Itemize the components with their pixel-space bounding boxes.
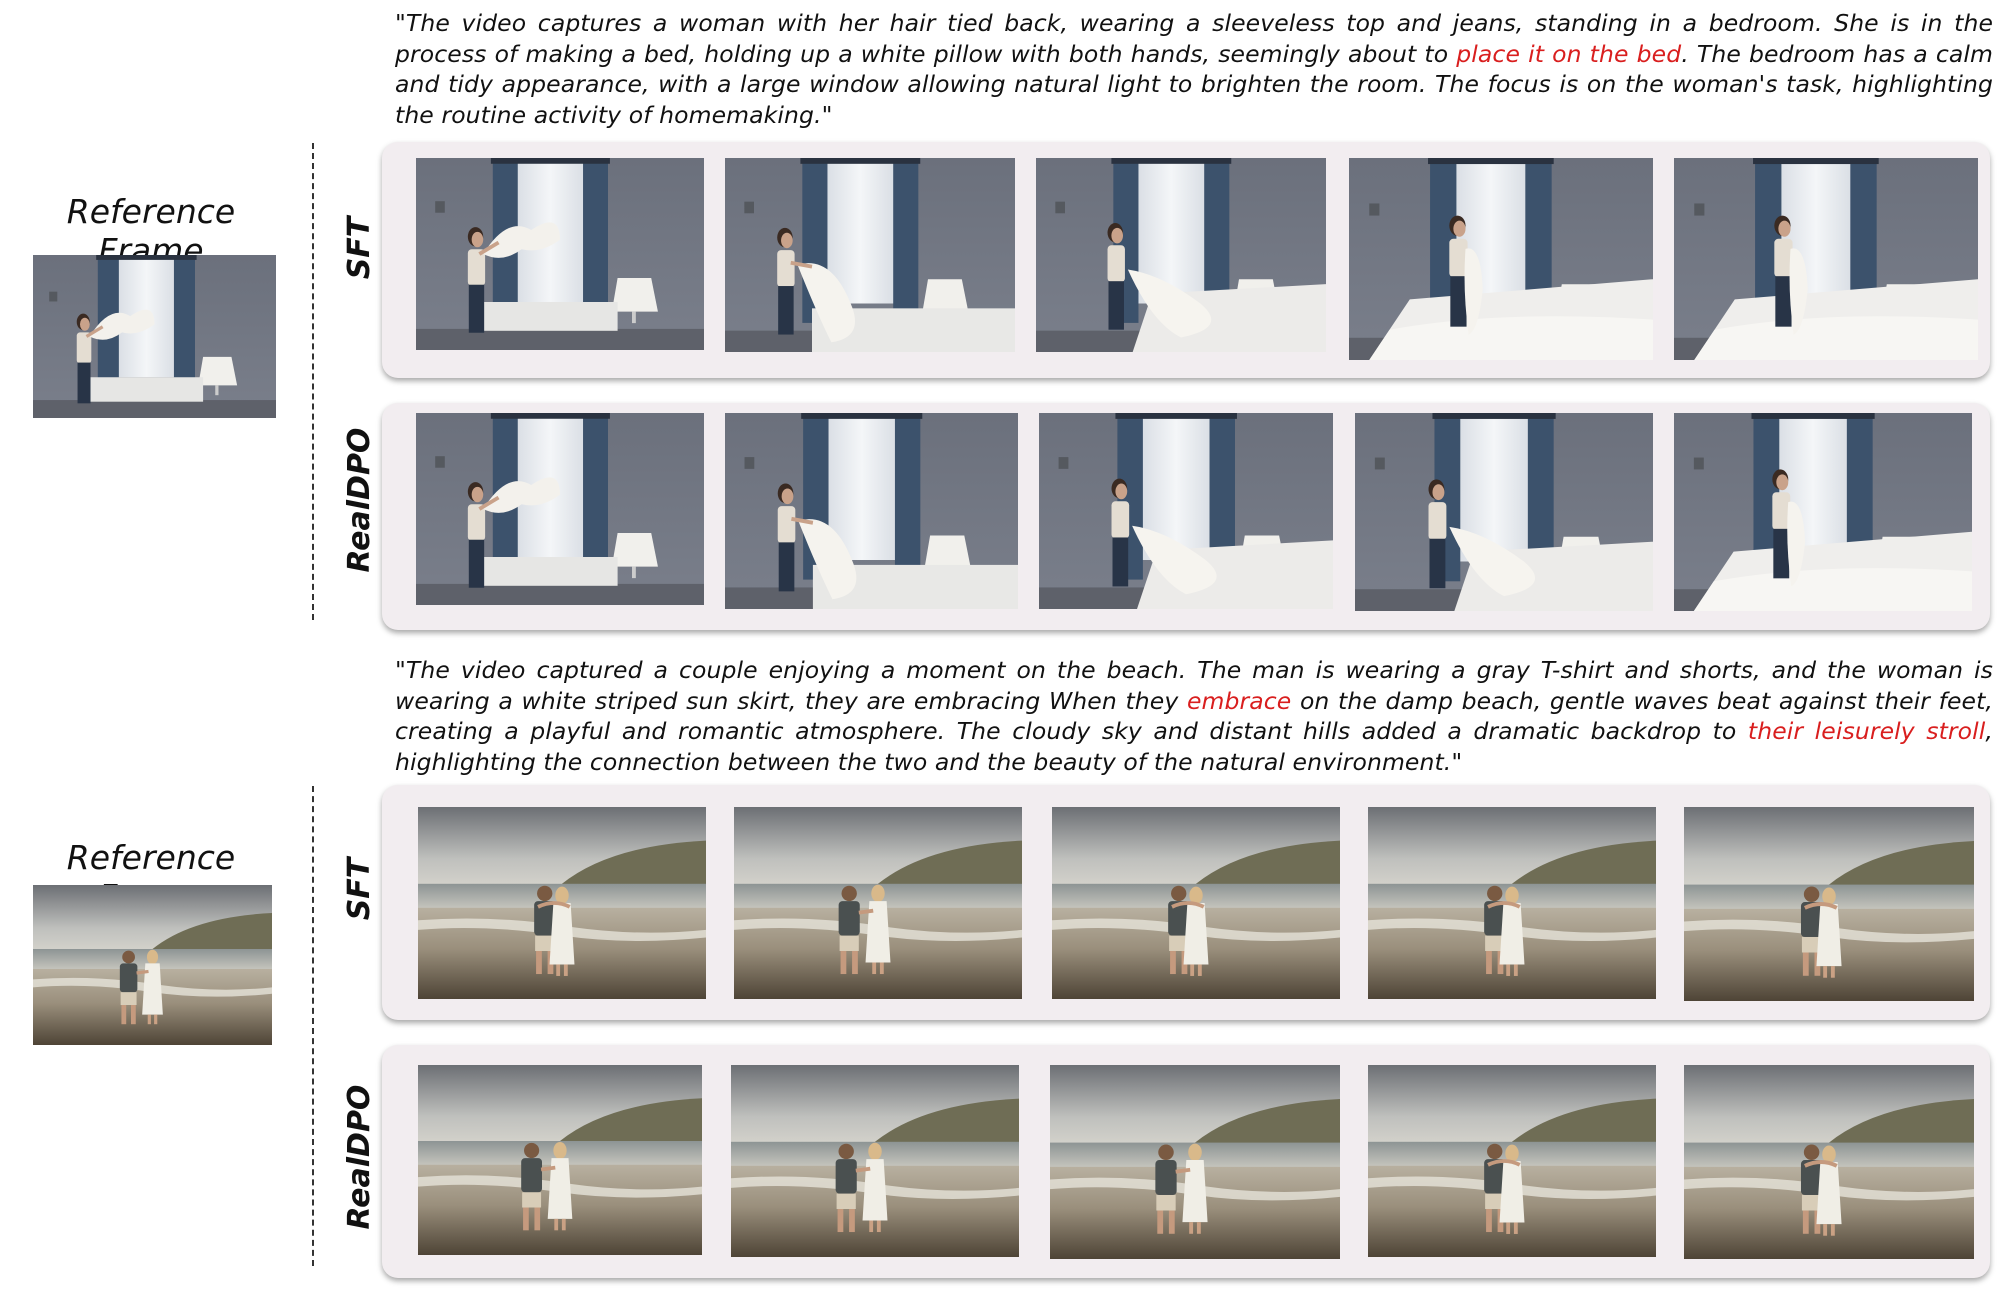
- video-frame: [1039, 413, 1333, 609]
- video-frame: [725, 413, 1018, 609]
- reference-frame-image: [33, 885, 272, 1045]
- video-frame: [416, 413, 704, 605]
- row-label-realdpo: RealDPO: [342, 427, 377, 573]
- video-frame: [731, 1065, 1019, 1257]
- video-frame: [1349, 158, 1653, 360]
- caption-example-2: "The video captured a couple enjoying a …: [395, 655, 1993, 777]
- video-frame: [1050, 1065, 1340, 1259]
- caption-highlight: their leisurely stroll: [1747, 717, 1986, 745]
- row-label-sft: SFT: [342, 216, 377, 280]
- caption-example-1: "The video captures a woman with her hai…: [395, 8, 1993, 130]
- video-frame: [734, 807, 1022, 999]
- video-frame: [1355, 413, 1653, 611]
- section-divider: [312, 786, 314, 1266]
- video-frame: [1036, 158, 1326, 352]
- frames-panel-sft: [382, 785, 1990, 1020]
- video-frame: [418, 807, 706, 999]
- video-frame: [1052, 807, 1340, 999]
- video-frame: [1368, 1065, 1656, 1257]
- frames-panel-realdpo: [382, 1045, 1990, 1278]
- frames-panel-sft: [382, 142, 1990, 378]
- video-frame: [1368, 807, 1656, 999]
- section-divider: [312, 143, 314, 620]
- video-frame: [1684, 1065, 1974, 1259]
- video-frame: [1684, 807, 1974, 1001]
- video-frame: [725, 158, 1015, 352]
- caption-highlight: place it on the bed: [1456, 39, 1682, 68]
- video-frame: [1674, 158, 1978, 360]
- video-frame: [418, 1065, 702, 1255]
- video-frame: [416, 158, 704, 350]
- reference-frame-image: [33, 255, 276, 418]
- frames-panel-realdpo: [382, 403, 1990, 630]
- caption-highlight: embrace: [1186, 686, 1292, 715]
- video-frame: [1674, 413, 1972, 611]
- row-label-realdpo: RealDPO: [342, 1084, 377, 1230]
- row-label-sft: SFT: [342, 857, 377, 921]
